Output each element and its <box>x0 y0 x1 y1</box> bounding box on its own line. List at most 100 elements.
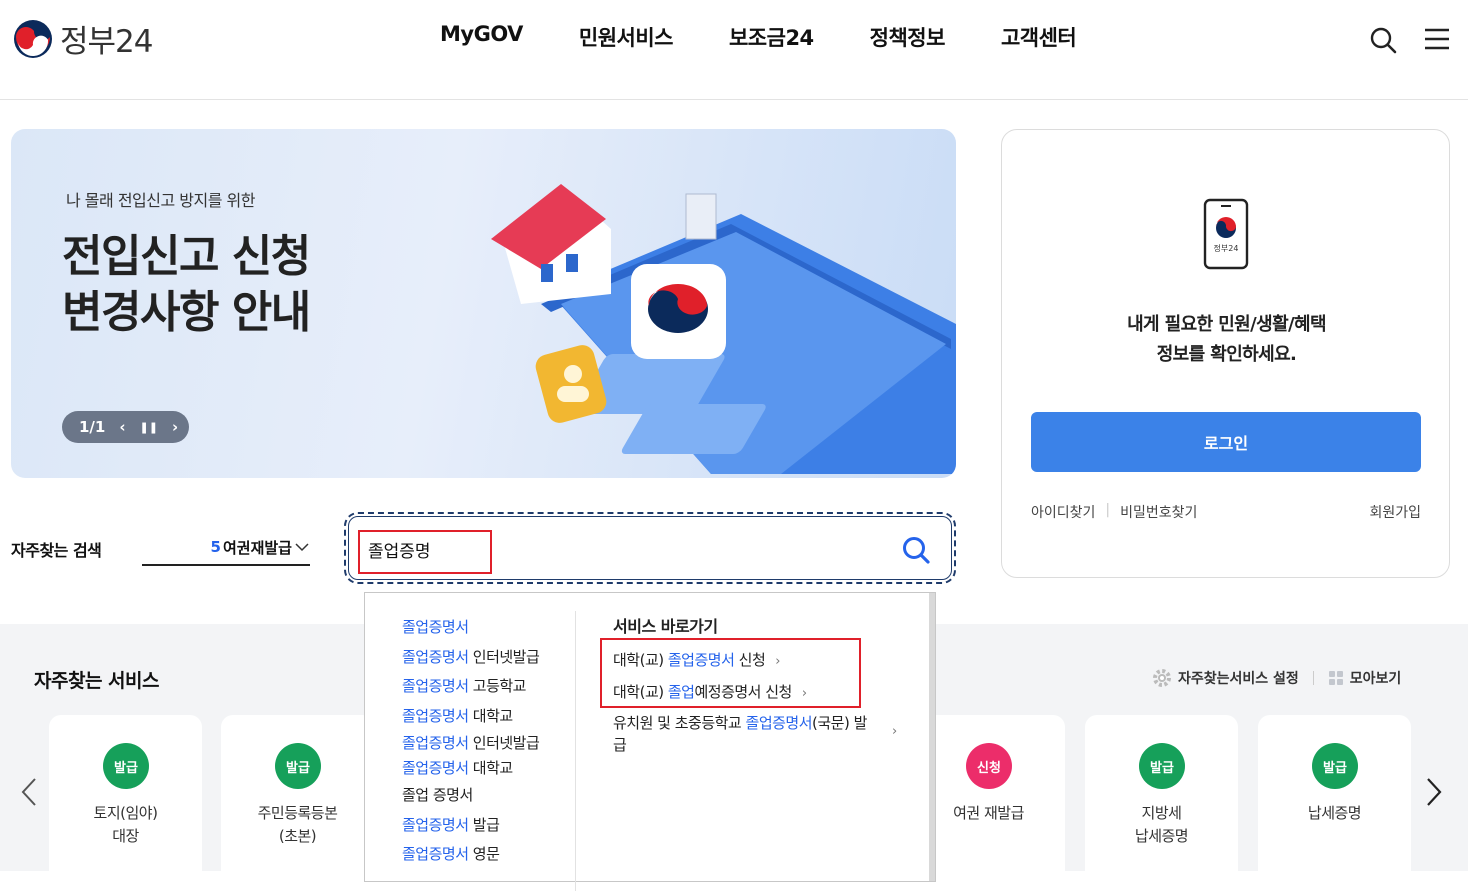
mobile-app-icon: 정부24 <box>1203 198 1249 270</box>
suggestion-rest: 졸업 증명서 <box>402 786 473 804</box>
logo-text: 정부24 <box>60 24 153 60</box>
nav-mygov[interactable]: MyGOV <box>440 22 523 52</box>
login-message: 내게 필요한 민원/생활/혜택 정보를 확인하세요. <box>1127 314 1326 365</box>
service-card-tax-certificate[interactable]: 발급 납세증명 <box>1258 715 1411 885</box>
frequent-search-rank: 5 <box>210 538 221 556</box>
suggestion-item[interactable]: 졸업증명서 대학교 <box>402 755 582 781</box>
carousel-next-icon[interactable] <box>1423 776 1445 808</box>
banner-title-line2: 변경사항 안내 <box>62 287 311 338</box>
suggestion-item[interactable]: 졸업증명서 발급 <box>402 811 582 841</box>
login-links: 아이디찾기 | 비밀번호찾기 회원가입 <box>1031 502 1421 522</box>
mobile-app-icon-label: 정부24 <box>1214 243 1239 253</box>
service-badge: 신청 <box>966 743 1012 789</box>
service-card-resident-register[interactable]: 발급 주민등록등본 (초본) <box>221 715 374 885</box>
suggestion-item[interactable]: 졸업 증명서 <box>402 781 582 811</box>
grid-icon <box>1328 671 1343 685</box>
quick-link-university-expected-graduation-cert[interactable]: 대학(교) 졸업예정증명서 신청 › <box>613 681 807 702</box>
banner-subtitle: 나 몰래 전입신고 방지를 위한 <box>66 191 255 210</box>
quick-link-school-graduation-cert[interactable]: 유치원 및 초중등학교 졸업증명서(국문) 발 급 <box>613 712 903 756</box>
suggestion-keyword: 졸업증명서 <box>402 677 469 695</box>
services-collect-label: 모아보기 <box>1349 671 1402 687</box>
banner-title: 전입신고 신청 변경사항 안내 <box>62 229 311 341</box>
chevron-right-icon: › <box>801 686 807 701</box>
suggestion-rest: 고등학교 <box>468 677 527 695</box>
suggestion-keyword: 졸업증명서 <box>402 706 469 725</box>
nav-customer-center[interactable]: 고객센터 <box>1001 22 1077 52</box>
service-badge: 발급 <box>1312 743 1358 789</box>
taegeuk-logo-icon <box>14 19 52 58</box>
quick-link-keyword: 졸업 <box>667 683 695 701</box>
quick-link-keyword: 졸업증명서 <box>667 651 735 669</box>
service-card-land-register[interactable]: 발급 토지(임야) 대장 <box>49 715 202 885</box>
suggestion-item[interactable]: 졸업증명서 인터넷발급 <box>402 731 582 755</box>
site-logo[interactable]: 정부24 <box>12 16 153 61</box>
chevron-right-icon[interactable]: › <box>172 418 178 436</box>
search-submit-icon[interactable] <box>900 534 932 566</box>
nav-subsidy24[interactable]: 보조금24 <box>729 22 814 52</box>
services-settings-button[interactable]: 자주찾는서비스 설정 <box>1152 668 1299 688</box>
suggestion-keyword: 졸업증명서 <box>402 759 469 777</box>
frequent-search-label: 자주찾는 검색 <box>11 541 102 560</box>
suggestion-rest: 인터넷발급 <box>468 734 540 752</box>
suggestion-item[interactable]: 졸업증명서 인터넷발급 <box>402 643 582 673</box>
find-id-link[interactable]: 아이디찾기 <box>1031 502 1095 522</box>
quick-link-prefix: 유치원 및 초중등학교 <box>613 714 746 732</box>
hamburger-menu-icon[interactable] <box>1423 25 1451 53</box>
chevron-right-icon: › <box>892 724 897 739</box>
suggestion-keyword: 졸업증명서 <box>402 647 469 666</box>
chevron-down-icon <box>295 543 309 552</box>
quick-link-university-graduation-cert[interactable]: 대학(교) 졸업증명서 신청 › <box>613 649 780 670</box>
nav-policy-info[interactable]: 정책정보 <box>870 22 946 52</box>
search-box <box>344 512 956 584</box>
pause-icon[interactable]: ❚❚ <box>140 421 158 434</box>
frequent-search-term: 여권재발급 <box>222 538 292 557</box>
suggestion-keyword: 졸업증명서 <box>402 734 469 752</box>
services-tools: 자주찾는서비스 설정 모아보기 <box>1152 668 1401 688</box>
suggestion-item[interactable]: 졸업증명서 영문 <box>402 840 582 870</box>
carousel-prev-icon[interactable] <box>18 776 40 808</box>
link-divider: | <box>1105 502 1111 518</box>
service-card-local-tax-certificate[interactable]: 발급 지방세 납세증명 <box>1085 715 1238 885</box>
phone-house-illustration <box>491 184 956 474</box>
service-name: 지방세 납세증명 <box>1134 804 1189 845</box>
service-badge: 발급 <box>103 743 149 789</box>
suggestion-item[interactable]: 졸업증명서 고등학교 <box>402 672 582 702</box>
suggestion-rest: 발급 <box>468 815 500 834</box>
suggestion-rest: 인터넷발급 <box>468 647 540 666</box>
suggestion-rest: 영문 <box>468 845 500 863</box>
dropdown-scrollbar[interactable] <box>929 593 935 881</box>
banner-pager: 1/1 ‹ ❚❚ › <box>62 411 189 443</box>
suggestion-item[interactable]: 졸업증명서 <box>402 613 582 643</box>
nav-civil-service[interactable]: 민원서비스 <box>579 22 674 52</box>
autocomplete-dropdown: 졸업증명서 졸업증명서 인터넷발급 졸업증명서 고등학교 졸업증명서 대학교 졸… <box>364 592 936 891</box>
suggestion-rest: 대학교 <box>468 706 513 725</box>
frequent-search-select[interactable]: 5 여권재발급 <box>142 530 310 566</box>
suggestion-item[interactable]: 졸업증명서 대학교 <box>402 702 582 732</box>
find-password-link[interactable]: 비밀번호찾기 <box>1120 502 1197 522</box>
service-name: 토지(임야) 대장 <box>93 804 158 845</box>
quick-link-suffix: 신청 <box>734 651 766 669</box>
suggestion-keyword: 졸업증명서 <box>402 618 469 636</box>
quick-link-keyword: 졸업증명서 <box>745 714 813 732</box>
services-collect-button[interactable]: 모아보기 <box>1328 668 1402 688</box>
search-icon[interactable] <box>1368 25 1398 55</box>
service-name: 주민등록등본 (초본) <box>257 804 338 845</box>
quick-link-suffix: 예정증명서 신청 <box>694 683 792 701</box>
join-link[interactable]: 회원가입 <box>1369 502 1421 522</box>
suggestion-rest: 대학교 <box>468 759 513 777</box>
main-banner[interactable]: 나 몰래 전입신고 방지를 위한 전입신고 신청 변경사항 안내 1/1 ‹ ❚… <box>11 129 956 478</box>
main-nav: MyGOV 민원서비스 보조금24 정책정보 고객센터 <box>440 22 1132 52</box>
services-settings-label: 자주찾는서비스 설정 <box>1178 671 1299 687</box>
suggestion-keyword: 졸업증명서 <box>402 845 469 863</box>
service-badge: 발급 <box>1139 743 1185 789</box>
chevron-left-icon[interactable]: ‹ <box>119 418 125 436</box>
quick-links-title: 서비스 바로가기 <box>613 617 718 636</box>
login-button[interactable]: 로그인 <box>1031 412 1421 472</box>
service-name: 납세증명 <box>1307 804 1362 822</box>
banner-title-line1: 전입신고 신청 <box>62 231 311 282</box>
suggestion-list: 졸업증명서 졸업증명서 인터넷발급 졸업증명서 고등학교 졸업증명서 대학교 졸… <box>402 613 582 870</box>
gear-icon <box>1153 669 1171 687</box>
search-input[interactable] <box>368 534 848 564</box>
quick-link-prefix: 대학(교) <box>613 683 668 701</box>
login-card: 정부24 내게 필요한 민원/생활/혜택 정보를 확인하세요. 로그인 아이디찾… <box>1001 129 1450 578</box>
